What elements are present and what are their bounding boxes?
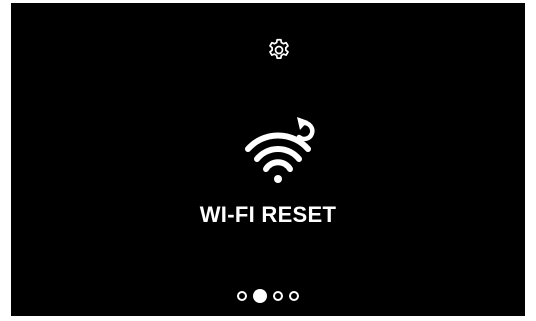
page-dot-4[interactable]	[289, 291, 299, 301]
screen-title: WI-FI RESET	[199, 202, 337, 227]
gear-icon	[269, 38, 289, 59]
page-dot-2-active[interactable]	[253, 289, 267, 303]
page-indicator	[11, 289, 525, 303]
page-dot-3[interactable]	[273, 291, 283, 301]
wifi-reset-icon	[245, 117, 315, 183]
settings-button[interactable]	[262, 33, 296, 67]
page-dot-1[interactable]	[237, 291, 247, 301]
device-screen: WI-FI RESET	[11, 3, 525, 316]
